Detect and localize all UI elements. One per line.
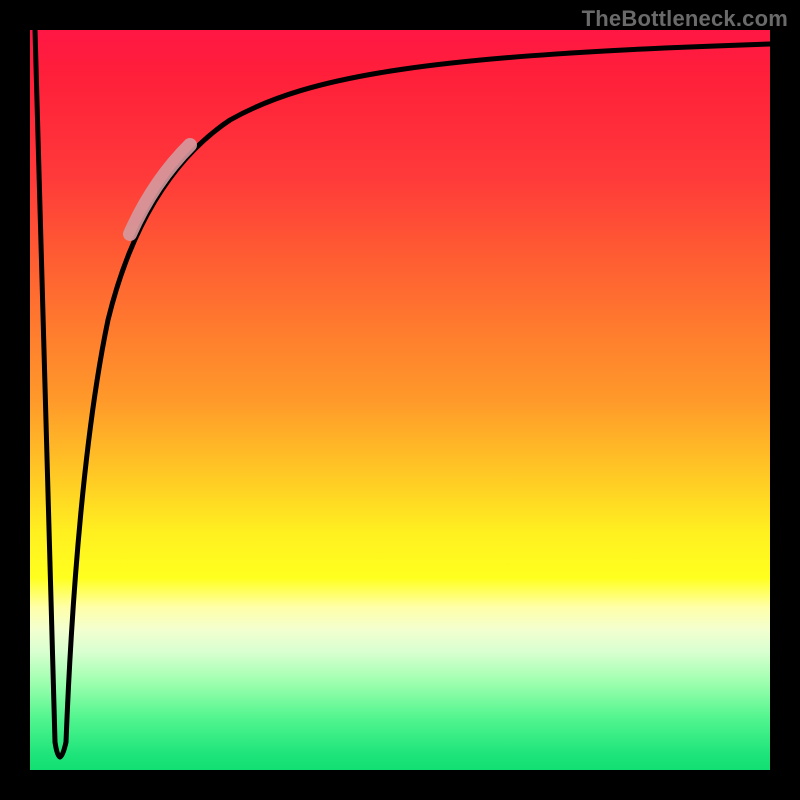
curve-left-edge xyxy=(35,30,55,742)
curve-main xyxy=(66,44,770,742)
curve-highlight-segment xyxy=(130,145,190,234)
watermark-text: TheBottleneck.com xyxy=(582,6,788,32)
curve-valley xyxy=(55,742,66,757)
curve-layer xyxy=(30,30,770,770)
chart-frame: TheBottleneck.com xyxy=(0,0,800,800)
